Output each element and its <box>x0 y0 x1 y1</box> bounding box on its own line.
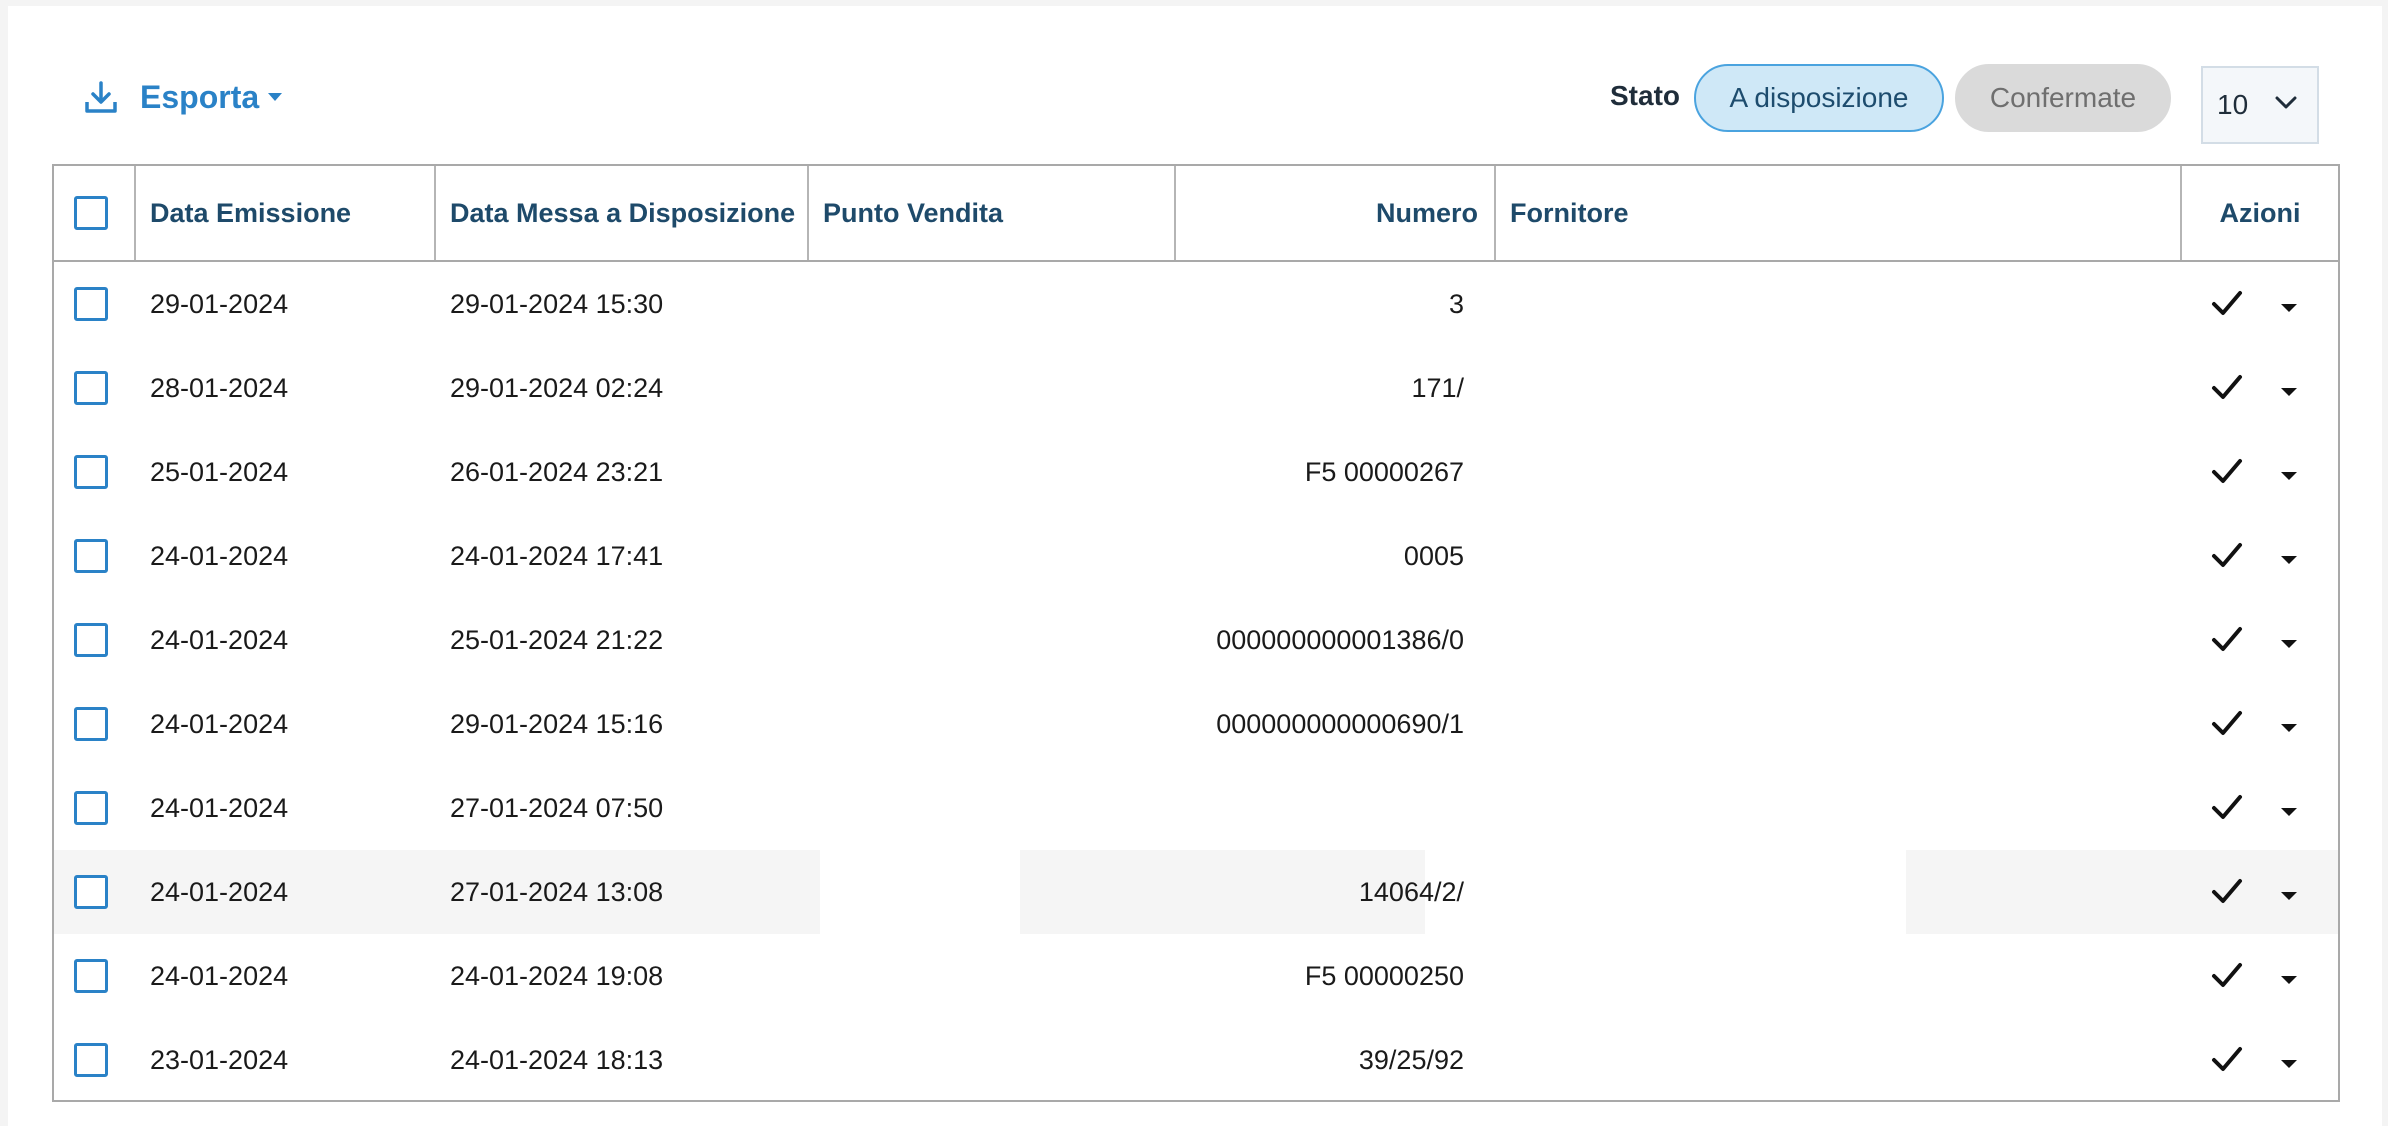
cell-data-messa: 27-01-2024 07:50 <box>450 792 664 823</box>
check-icon[interactable] <box>2211 876 2243 911</box>
cell-data-emissione: 24-01-2024 <box>150 708 289 739</box>
cell-data-messa: 29-01-2024 15:30 <box>450 288 664 319</box>
row-checkbox[interactable] <box>74 539 108 573</box>
cell-data-messa: 29-01-2024 02:24 <box>450 372 664 403</box>
cell-data-emissione: 29-01-2024 <box>150 288 289 319</box>
check-icon[interactable] <box>2211 624 2243 659</box>
check-icon[interactable] <box>2211 456 2243 491</box>
cell-data-emissione: 24-01-2024 <box>150 876 289 907</box>
table-row[interactable]: 24-01-2024 25-01-2024 21:22 00000000000138… <box>54 598 2338 682</box>
table-row[interactable]: 29-01-2024 29-01-2024 15:30 3 <box>54 262 2338 346</box>
cell-data-messa: 24-01-2024 18:13 <box>450 1044 664 1075</box>
cell-data-emissione: 24-01-2024 <box>150 792 289 823</box>
column-header-data-messa[interactable]: Data Messa a Disposizione <box>434 166 807 260</box>
caret-down-icon[interactable] <box>2280 636 2298 654</box>
export-label: Esporta <box>140 78 260 115</box>
row-checkbox[interactable] <box>74 371 108 405</box>
row-checkbox[interactable] <box>74 455 108 489</box>
status-filter-label: Stato <box>1610 80 1680 111</box>
chevron-down-icon <box>2275 96 2297 115</box>
table-row[interactable]: 24-01-2024 24-01-2024 17:41 0005 <box>54 514 2338 598</box>
cell-numero: 171/ <box>1411 372 1464 403</box>
check-icon[interactable] <box>2211 372 2243 407</box>
table-row[interactable]: 28-01-2024 29-01-2024 02:24 171/ <box>54 346 2338 430</box>
documents-table: Data Emissione Data Messa a Disposizione… <box>52 164 2340 1102</box>
caret-down-icon[interactable] <box>2280 300 2298 318</box>
page: Esporta Stato A disposizione Confermate … <box>0 0 2388 1126</box>
caret-down-icon <box>267 92 283 102</box>
download-icon <box>84 80 118 114</box>
row-checkbox[interactable] <box>74 287 108 321</box>
table-row[interactable]: 24-01-2024 29-01-2024 15:16 00000000000069… <box>54 682 2338 766</box>
check-icon[interactable] <box>2211 708 2243 743</box>
cell-data-messa: 25-01-2024 21:22 <box>450 624 664 655</box>
cell-numero: 14064/2/ <box>1358 876 1464 907</box>
cell-numero: 000000000001386/0 <box>1216 624 1464 655</box>
cell-numero: 000000000000690/1 <box>1216 708 1464 739</box>
cell-numero: 39/25/92 <box>1358 1044 1464 1075</box>
column-header-azioni: Azioni <box>2180 166 2338 260</box>
column-header-fornitore[interactable]: Fornitore <box>1494 166 2180 260</box>
check-icon[interactable] <box>2211 792 2243 827</box>
column-header-data-emissione[interactable]: Data Emissione <box>134 166 434 260</box>
row-checkbox[interactable] <box>74 791 108 825</box>
cell-data-emissione: 24-01-2024 <box>150 624 289 655</box>
cell-data-emissione: 23-01-2024 <box>150 1044 289 1075</box>
row-checkbox[interactable] <box>74 1043 108 1077</box>
caret-down-icon[interactable] <box>2280 972 2298 990</box>
caret-down-icon[interactable] <box>2280 1056 2298 1074</box>
cell-data-messa: 27-01-2024 13:08 <box>450 876 664 907</box>
row-checkbox[interactable] <box>74 707 108 741</box>
check-icon[interactable] <box>2211 1044 2243 1079</box>
export-button[interactable]: Esporta <box>84 74 283 120</box>
row-highlight <box>1906 850 2338 934</box>
caret-down-icon[interactable] <box>2280 468 2298 486</box>
cell-numero: 0005 <box>1403 540 1464 571</box>
row-checkbox[interactable] <box>74 875 108 909</box>
caret-down-icon[interactable] <box>2280 804 2298 822</box>
cell-numero: F5 00000267 <box>1304 456 1464 487</box>
check-icon[interactable] <box>2211 540 2243 575</box>
row-checkbox[interactable] <box>74 623 108 657</box>
caret-down-icon[interactable] <box>2280 888 2298 906</box>
column-header-punto-vendita[interactable]: Punto Vendita <box>807 166 1174 260</box>
table-header: Data Emissione Data Messa a Disposizione… <box>54 166 2338 262</box>
page-size-value: 10 <box>2217 89 2249 120</box>
table-row[interactable]: 24-01-2024 27-01-2024 07:50 <box>54 766 2338 850</box>
cell-data-emissione: 25-01-2024 <box>150 456 289 487</box>
filter-confermate[interactable]: Confermate <box>1955 64 2171 132</box>
table-row[interactable]: 24-01-2024 24-01-2024 19:08 F5 00000250 <box>54 934 2338 1018</box>
cell-data-emissione: 24-01-2024 <box>150 960 289 991</box>
cell-numero: F5 00000250 <box>1304 960 1464 991</box>
cell-data-emissione: 28-01-2024 <box>150 372 289 403</box>
table-row[interactable]: 25-01-2024 26-01-2024 23:21 F5 00000267 <box>54 430 2338 514</box>
caret-down-icon[interactable] <box>2280 720 2298 738</box>
caret-down-icon[interactable] <box>2280 552 2298 570</box>
cell-data-messa: 29-01-2024 15:16 <box>450 708 664 739</box>
cell-data-messa: 24-01-2024 19:08 <box>450 960 664 991</box>
row-checkbox[interactable] <box>74 959 108 993</box>
filter-a-disposizione[interactable]: A disposizione <box>1694 64 1944 132</box>
page-size-select[interactable]: 10 <box>2201 66 2319 144</box>
select-all-checkbox[interactable] <box>74 196 108 230</box>
column-header-numero[interactable]: Numero <box>1174 166 1494 260</box>
caret-down-icon[interactable] <box>2280 384 2298 402</box>
table-row[interactable]: 24-01-2024 27-01-2024 13:08 14064/2/ <box>54 850 2338 934</box>
cell-data-messa: 24-01-2024 17:41 <box>450 540 664 571</box>
cell-data-messa: 26-01-2024 23:21 <box>450 456 664 487</box>
table-row[interactable]: 23-01-2024 24-01-2024 18:13 39/25/92 <box>54 1018 2338 1102</box>
cell-numero <box>1184 766 1464 850</box>
cell-data-emissione: 24-01-2024 <box>150 540 289 571</box>
check-icon[interactable] <box>2211 288 2243 323</box>
check-icon[interactable] <box>2211 960 2243 995</box>
cell-numero: 3 <box>1448 288 1464 319</box>
